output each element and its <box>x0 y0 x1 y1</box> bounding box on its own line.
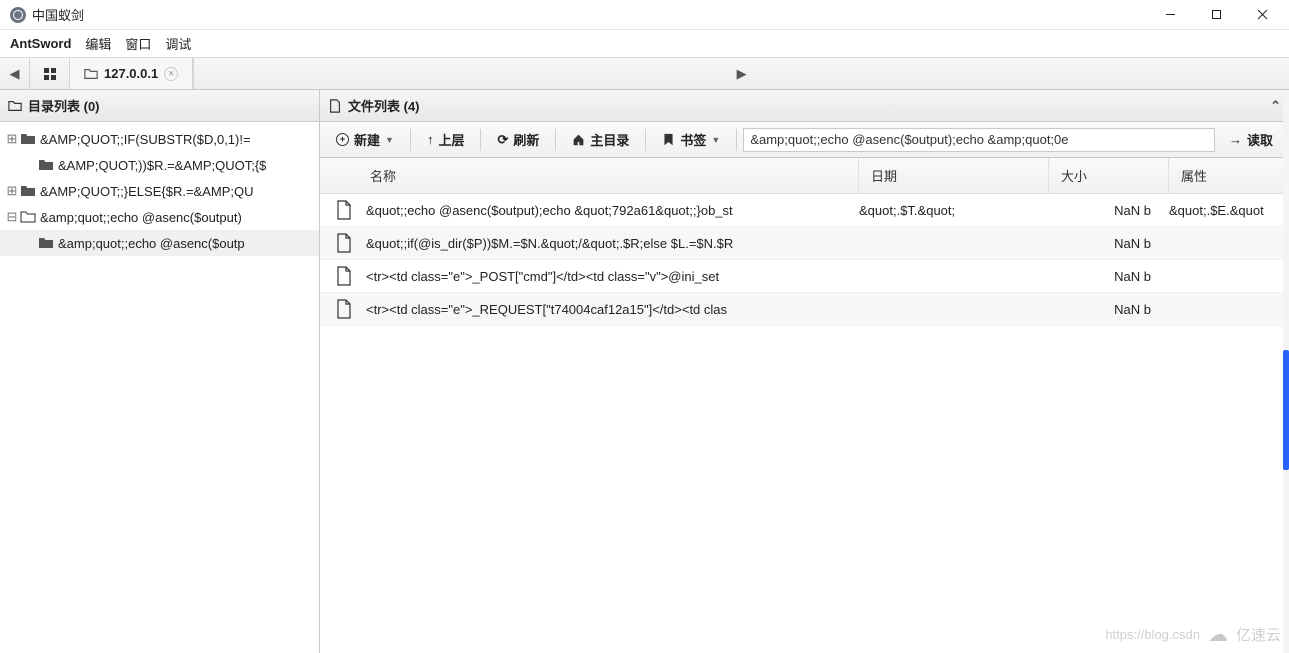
refresh-icon: ⟳ <box>497 132 508 148</box>
up-button[interactable]: ↑ 上层 <box>417 126 475 153</box>
folder-icon <box>38 157 54 173</box>
window-title: 中国蚁剑 <box>32 5 84 24</box>
cell-size: NaN b <box>1049 203 1169 218</box>
tree-twisty-icon[interactable]: ⊞ <box>4 131 20 147</box>
cell-name: &quot;;if(@is_dir($P))$M.=$N.&quot;/&quo… <box>366 236 859 251</box>
tree-item-label: &amp;quot;;echo @asenc($output) <box>40 210 242 225</box>
cell-name: &quot;;echo @asenc($output);echo &quot;7… <box>366 203 859 218</box>
menu-edit[interactable]: 编辑 <box>85 34 111 53</box>
cell-size: NaN b <box>1049 236 1169 251</box>
arrow-right-icon: → <box>1229 132 1242 147</box>
file-table-header: 名称 日期 大小 属性 <box>320 158 1289 194</box>
watermark: https://blog.csdn ☁ 亿速云 <box>1105 622 1281 647</box>
file-icon <box>334 299 354 319</box>
window-titlebar: 中国蚁剑 <box>0 0 1289 30</box>
directory-panel-header: 目录列表 (0) <box>0 90 319 122</box>
menu-window[interactable]: 窗口 <box>125 34 151 53</box>
bookmark-icon <box>662 133 675 146</box>
panel-collapse-icon[interactable]: ⌃ <box>1270 98 1281 114</box>
path-input[interactable] <box>743 128 1215 152</box>
tree-item-label: &AMP;QUOT;;IF(SUBSTR($D,0,1)!= <box>40 132 251 147</box>
bookmark-button[interactable]: 书签 ▼ <box>652 126 730 153</box>
tree-item-label: &amp;quot;;echo @asenc($outp <box>58 236 245 251</box>
column-size[interactable]: 大小 <box>1049 158 1169 193</box>
chevron-down-icon: ▼ <box>385 135 394 145</box>
tab-close-icon[interactable]: × <box>164 67 178 81</box>
tree-item-label: &AMP;QUOT;))$R.=&AMP;QUOT;{$ <box>58 158 266 173</box>
file-table-body: &quot;;echo @asenc($output);echo &quot;7… <box>320 194 1289 653</box>
cloud-icon: ☁ <box>1208 622 1228 647</box>
file-icon <box>334 266 354 286</box>
scrollbar-thumb[interactable] <box>1283 350 1289 470</box>
vertical-scrollbar[interactable] <box>1283 90 1289 653</box>
cell-attr: &quot;.$E.&quot <box>1169 203 1289 218</box>
tab-scroll-right[interactable]: ▶ <box>193 58 1289 89</box>
chevron-down-icon: ▼ <box>711 135 720 145</box>
read-button[interactable]: → 读取 <box>1219 126 1283 153</box>
folder-icon <box>20 209 36 225</box>
arrow-up-icon: ↑ <box>427 132 434 147</box>
tab-strip: ◀ 127.0.0.1 × ▶ <box>0 58 1289 90</box>
folder-icon <box>38 235 54 251</box>
cell-size: NaN b <box>1049 269 1169 284</box>
file-icon <box>328 99 342 113</box>
column-attr[interactable]: 属性 <box>1169 158 1289 193</box>
tree-item[interactable]: &AMP;QUOT;))$R.=&AMP;QUOT;{$ <box>0 152 319 178</box>
menu-bar: AntSword 编辑 窗口 调试 <box>0 30 1289 58</box>
plus-circle-icon: + <box>336 133 349 146</box>
table-row[interactable]: &quot;;if(@is_dir($P))$M.=$N.&quot;/&quo… <box>320 227 1289 260</box>
tree-item[interactable]: ⊞ &AMP;QUOT;;IF(SUBSTR($D,0,1)!= <box>0 126 319 152</box>
folder-icon <box>84 67 98 81</box>
home-button[interactable]: 主目录 <box>562 126 639 153</box>
cell-name: <tr><td class="e">_POST["cmd"]</td><td c… <box>366 269 859 284</box>
maximize-button[interactable] <box>1193 0 1239 30</box>
tab-scroll-left[interactable]: ◀ <box>0 58 30 89</box>
tab-label: 127.0.0.1 <box>104 66 158 81</box>
tree-twisty-icon[interactable]: ⊞ <box>4 183 20 199</box>
refresh-button[interactable]: ⟳ 刷新 <box>487 126 549 153</box>
column-name[interactable]: 名称 <box>320 158 859 193</box>
file-panel-title: 文件列表 (4) <box>348 96 420 115</box>
file-panel-header: 文件列表 (4) ⌃ <box>320 90 1289 122</box>
tree-item-label: &AMP;QUOT;;}ELSE{$R.=&AMP;QU <box>40 184 254 199</box>
tree-item[interactable]: ⊟ &amp;quot;;echo @asenc($output) <box>0 204 319 230</box>
table-row[interactable]: &quot;;echo @asenc($output);echo &quot;7… <box>320 194 1289 227</box>
folder-icon <box>20 183 36 199</box>
tree-item[interactable]: &amp;quot;;echo @asenc($outp <box>0 230 319 256</box>
menu-debug[interactable]: 调试 <box>165 34 191 53</box>
new-button[interactable]: + 新建 ▼ <box>326 126 404 153</box>
cell-date: &quot;.$T.&quot; <box>859 203 1049 218</box>
folder-icon <box>20 131 36 147</box>
cell-size: NaN b <box>1049 302 1169 317</box>
column-date[interactable]: 日期 <box>859 158 1049 193</box>
app-icon <box>10 7 26 23</box>
directory-panel-title: 目录列表 (0) <box>28 96 100 115</box>
tab-host[interactable]: 127.0.0.1 × <box>70 58 193 89</box>
file-icon <box>334 200 354 220</box>
file-panel: 文件列表 (4) ⌃ + 新建 ▼ ↑ 上层 ⟳ 刷新 主目录 <box>320 90 1289 653</box>
directory-panel: 目录列表 (0) ⊞ &AMP;QUOT;;IF(SUBSTR($D,0,1)!=… <box>0 90 320 653</box>
table-row[interactable]: <tr><td class="e">_REQUEST["t74004caf12a… <box>320 293 1289 326</box>
table-row[interactable]: <tr><td class="e">_POST["cmd"]</td><td c… <box>320 260 1289 293</box>
close-button[interactable] <box>1239 0 1285 30</box>
directory-tree[interactable]: ⊞ &AMP;QUOT;;IF(SUBSTR($D,0,1)!= &AMP;QUOT… <box>0 122 319 653</box>
home-icon <box>572 133 585 146</box>
file-icon <box>334 233 354 253</box>
minimize-button[interactable] <box>1147 0 1193 30</box>
tab-grid-button[interactable] <box>30 58 70 89</box>
folder-icon <box>8 99 22 113</box>
menu-antsword[interactable]: AntSword <box>10 36 71 51</box>
tree-item[interactable]: ⊞ &AMP;QUOT;;}ELSE{$R.=&AMP;QU <box>0 178 319 204</box>
file-toolbar: + 新建 ▼ ↑ 上层 ⟳ 刷新 主目录 书签 ▼ <box>320 122 1289 158</box>
cell-name: <tr><td class="e">_REQUEST["t74004caf12a… <box>366 302 859 317</box>
tree-twisty-icon[interactable]: ⊟ <box>4 209 20 225</box>
